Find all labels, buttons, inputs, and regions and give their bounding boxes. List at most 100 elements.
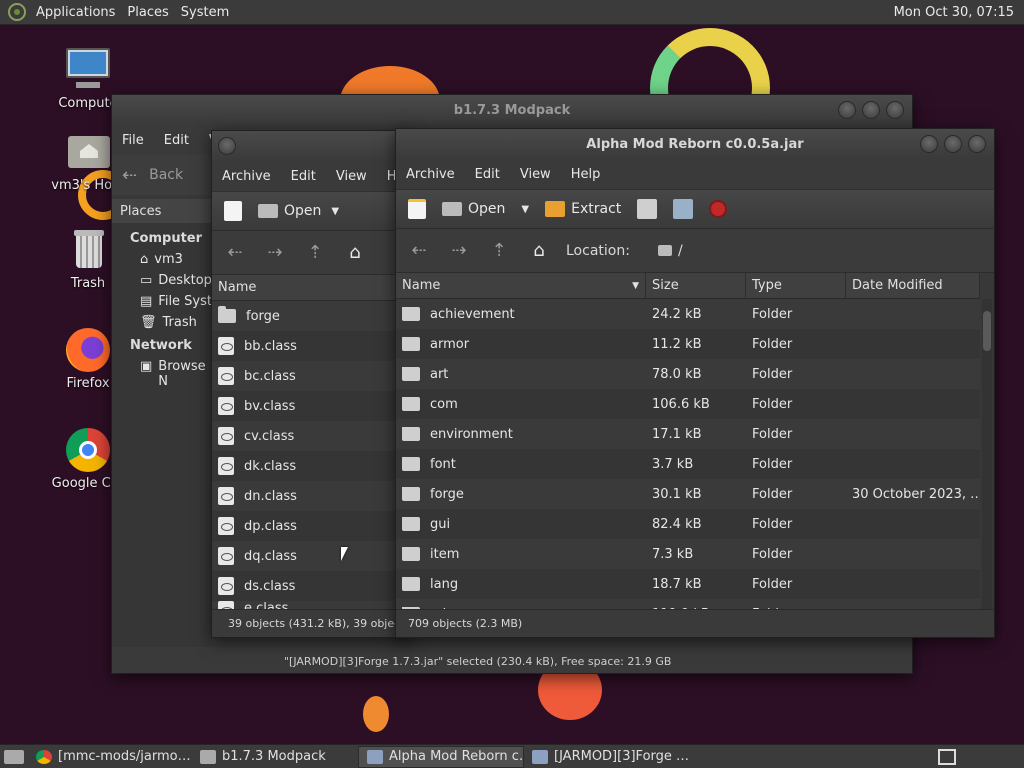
sidebar-item-desktop[interactable]: ▭ Desktop — [112, 267, 212, 288]
list-item[interactable]: cv.class — [212, 421, 410, 451]
list-item[interactable]: dq.class — [212, 541, 410, 571]
scrollbar[interactable] — [982, 299, 992, 611]
column-type-header[interactable]: Type — [746, 273, 846, 298]
list-item[interactable]: bc.class — [212, 361, 410, 391]
column-name-header[interactable]: Name ▼ — [396, 273, 646, 298]
cell-text: Folder — [752, 456, 793, 472]
status-bar: 39 objects (431.2 kB), 39 objects se — [212, 609, 410, 637]
taskbar-item[interactable]: b1.7.3 Modpack — [192, 746, 358, 768]
table-row[interactable]: achievement 24.2 kB Folder — [396, 299, 980, 329]
new-archive-button[interactable] — [402, 196, 432, 222]
taskbar-item-active[interactable]: Alpha Mod Reborn c… — [358, 745, 524, 768]
menu-system[interactable]: System — [175, 5, 235, 20]
menu-places[interactable]: Places — [121, 5, 174, 20]
minimize-button[interactable] — [920, 135, 938, 153]
class-file-icon — [218, 517, 234, 535]
table-row[interactable]: forge 30.1 kB Folder 30 October 2023, … — [396, 479, 980, 509]
sidebar-item-browse-network[interactable]: ▣ Browse N — [112, 353, 212, 389]
clock[interactable]: Mon Oct 30, 07:15 — [894, 5, 1024, 20]
table-row[interactable]: armor 11.2 kB Folder — [396, 329, 980, 359]
menu-archive[interactable]: Archive — [396, 167, 465, 182]
menu-edit[interactable]: Edit — [465, 167, 510, 182]
menu-edit[interactable]: Edit — [281, 169, 326, 184]
workspace-switcher[interactable] — [934, 746, 960, 768]
list-item[interactable]: dk.class — [212, 451, 410, 481]
window-alpha-mod-reborn[interactable]: Alpha Mod Reborn c0.0.5a.jar Archive Edi… — [395, 128, 995, 638]
distro-logo-icon[interactable] — [8, 3, 26, 21]
list-item[interactable]: dp.class — [212, 511, 410, 541]
chevron-down-icon[interactable]: ▼ — [331, 206, 339, 217]
open-icon — [258, 204, 278, 218]
back-button[interactable]: Back — [149, 167, 183, 183]
column-size-header[interactable]: Size — [646, 273, 746, 298]
table-row[interactable]: font 3.7 kB Folder — [396, 449, 980, 479]
table-row[interactable]: com 106.6 kB Folder — [396, 389, 980, 419]
list-item[interactable]: forge — [212, 301, 410, 331]
list-item[interactable]: ds.class — [212, 571, 410, 601]
window-archive-middle[interactable]: Archive Edit View He Open ▼ ⇠ ⇢ ⇡ ⌂ Name… — [211, 130, 411, 638]
sidebar-header[interactable]: Places — [112, 199, 212, 223]
minimize-button[interactable] — [838, 101, 856, 119]
stop-button[interactable] — [703, 197, 733, 221]
extract-button[interactable]: Extract — [539, 198, 627, 220]
back-arrow-icon[interactable]: ⇠ — [406, 240, 432, 261]
cell-type: Folder — [746, 577, 846, 592]
column-name-header[interactable]: Name — [212, 275, 410, 300]
window-titlebar[interactable] — [212, 131, 410, 161]
list-item[interactable]: dn.class — [212, 481, 410, 511]
home-icon[interactable]: ⌂ — [526, 240, 552, 261]
table-row[interactable]: art 78.0 kB Folder — [396, 359, 980, 389]
open-button[interactable]: Open — [436, 198, 511, 220]
forward-arrow-icon[interactable]: ⇢ — [446, 240, 472, 261]
chevron-down-icon[interactable]: ▼ — [515, 204, 535, 215]
window-menu-button[interactable] — [218, 137, 236, 155]
menu-view[interactable]: View — [510, 167, 561, 182]
list-item[interactable]: bv.class — [212, 391, 410, 421]
cell-name: art — [396, 366, 646, 382]
menu-view[interactable]: View — [326, 169, 377, 184]
open-label: Open — [468, 201, 506, 217]
scrollbar-thumb[interactable] — [983, 311, 991, 351]
window-titlebar[interactable]: b1.7.3 Modpack — [112, 95, 912, 125]
table-row[interactable]: item 7.3 kB Folder — [396, 539, 980, 569]
cell-size: 24.2 kB — [646, 307, 746, 322]
menu-help[interactable]: Help — [561, 167, 611, 182]
window-titlebar[interactable]: Alpha Mod Reborn c0.0.5a.jar — [396, 129, 994, 159]
location-value[interactable]: / — [678, 243, 683, 259]
close-button[interactable] — [886, 101, 904, 119]
taskbar-item[interactable]: [mmc-mods/jarmo… — [28, 746, 192, 768]
column-modified-header[interactable]: Date Modified — [846, 273, 980, 298]
menu-applications[interactable]: Applications — [30, 5, 121, 20]
taskbar-item[interactable]: [JARMOD][3]Forge … — [524, 746, 690, 768]
open-button[interactable]: Open — [252, 200, 327, 222]
sidebar-item-filesystem[interactable]: ▤ File Syst — [112, 288, 212, 309]
cell-type: Folder — [746, 517, 846, 532]
close-button[interactable] — [968, 135, 986, 153]
maximize-button[interactable] — [944, 135, 962, 153]
table-row[interactable]: gui 82.4 kB Folder — [396, 509, 980, 539]
menu-archive[interactable]: Archive — [212, 169, 281, 184]
add-folder-button[interactable] — [667, 196, 699, 222]
show-desktop-button[interactable] — [0, 746, 28, 768]
menu-edit[interactable]: Edit — [154, 133, 199, 148]
sidebar-item-vm3[interactable]: ⌂ vm3 — [112, 246, 212, 267]
up-arrow-icon[interactable]: ⇡ — [486, 240, 512, 261]
forward-arrow-icon[interactable]: ⇢ — [262, 242, 288, 263]
new-archive-button[interactable] — [218, 198, 248, 224]
sidebar-item-label: Desktop — [158, 273, 212, 288]
home-icon[interactable]: ⌂ — [342, 242, 368, 263]
up-arrow-icon[interactable]: ⇡ — [302, 242, 328, 263]
menu-file[interactable]: File — [112, 133, 154, 148]
table-row[interactable]: lang 18.7 kB Folder — [396, 569, 980, 599]
file-list: forge bb.class bc.class bv.class cv.clas… — [212, 301, 410, 613]
new-archive-icon — [408, 199, 426, 219]
list-item[interactable]: bb.class — [212, 331, 410, 361]
cell-size: 106.6 kB — [646, 397, 746, 412]
maximize-button[interactable] — [862, 101, 880, 119]
class-file-icon — [218, 367, 234, 385]
sidebar-item-trash[interactable]: 🗑 Trash — [112, 309, 212, 330]
table-row[interactable]: misc119.9 kBFolder — [396, 599, 980, 609]
table-row[interactable]: environment 17.1 kB Folder — [396, 419, 980, 449]
add-files-button[interactable] — [631, 196, 663, 222]
back-arrow-icon[interactable]: ⇠ — [222, 242, 248, 263]
